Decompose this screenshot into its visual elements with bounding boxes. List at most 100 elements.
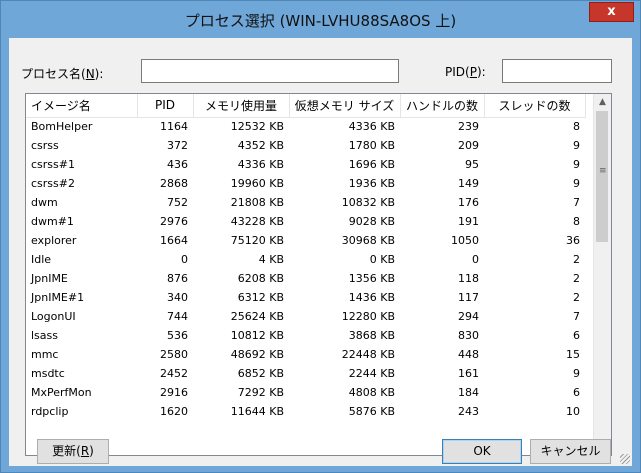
- cell-image-name: Idle: [31, 253, 52, 266]
- process-name-input[interactable]: [141, 59, 399, 83]
- cell-virtual-memory: 4336 KB: [348, 120, 395, 134]
- cell-image-name: JpnIME: [31, 272, 68, 285]
- cell-handles: 830: [458, 329, 479, 342]
- cell-threads: 9: [573, 158, 580, 171]
- ok-button[interactable]: OK: [442, 439, 522, 464]
- cell-memory: 19960 KB: [230, 177, 284, 190]
- cell-virtual-memory: 1936 KB: [348, 177, 395, 190]
- process-list[interactable]: イメージ名 PID メモリ使用量 仮想メモリ サイズ ハンドルの数 スレッドの数…: [25, 93, 612, 456]
- chevron-up-icon[interactable]: ▲: [594, 94, 611, 111]
- pid-access-key: P: [469, 65, 477, 79]
- close-button[interactable]: x: [589, 2, 634, 22]
- table-header-row: イメージ名 PID メモリ使用量 仮想メモリ サイズ ハンドルの数 スレッドの数: [26, 94, 586, 118]
- cell-image-name: lsass: [31, 329, 58, 342]
- column-header-threads[interactable]: スレッドの数: [484, 94, 586, 118]
- cell-virtual-memory: 1780 KB: [348, 139, 395, 152]
- cell-threads: 7: [573, 310, 580, 323]
- table-row[interactable]: dwm#1 2976 43228 KB 9028 KB 191 8: [26, 212, 585, 231]
- column-header-virtual-memory[interactable]: 仮想メモリ サイズ: [289, 94, 401, 118]
- cell-memory: 12532 KB: [230, 120, 284, 134]
- cell-image-name: dwm#1: [31, 215, 74, 228]
- cell-pid: 436: [167, 158, 188, 171]
- cell-threads: 9: [573, 139, 580, 152]
- cell-image-name: csrss#1: [31, 158, 75, 171]
- cell-image-name: explorer: [31, 234, 77, 247]
- table-row[interactable]: explorer 1664 75120 KB 30968 KB 1050 36: [26, 231, 585, 250]
- refresh-button-suffix: ): [89, 444, 94, 458]
- process-name-label: プロセス名(N):: [21, 65, 103, 82]
- cancel-button[interactable]: キャンセル: [530, 439, 611, 464]
- table-row[interactable]: lsass 536 10812 KB 3868 KB 830 6: [26, 326, 585, 345]
- cell-memory: 6312 KB: [237, 291, 284, 304]
- cell-image-name: JpnIME#1: [31, 291, 85, 304]
- table-row[interactable]: Idle 0 4 KB 0 KB 0 2: [26, 250, 585, 269]
- cell-memory: 4336 KB: [237, 158, 284, 171]
- cell-pid: 1664: [160, 234, 188, 247]
- cell-handles: 184: [458, 386, 479, 399]
- table-row[interactable]: csrss 372 4352 KB 1780 KB 209 9: [26, 136, 585, 155]
- cell-threads: 2: [573, 291, 580, 304]
- vertical-scrollbar[interactable]: ▲ ≡ ▼: [593, 94, 611, 455]
- table-row[interactable]: mmc 2580 48692 KB 22448 KB 448 15: [26, 345, 585, 364]
- cell-threads: 8: [573, 120, 580, 134]
- cell-pid: 536: [167, 329, 188, 342]
- cell-virtual-memory: 4808 KB: [348, 386, 395, 399]
- table-row[interactable]: JpnIME 876 6208 KB 1356 KB 118 2: [26, 269, 585, 288]
- cell-pid: 752: [167, 196, 188, 209]
- resize-grip-icon[interactable]: [620, 454, 630, 464]
- cell-virtual-memory: 12280 KB: [341, 310, 395, 323]
- cell-handles: 239: [458, 120, 479, 134]
- cell-threads: 7: [573, 196, 580, 209]
- table-row[interactable]: csrss#2 2868 19960 KB 1936 KB 149 9: [26, 174, 585, 193]
- cell-virtual-memory: 1436 KB: [348, 291, 395, 304]
- cell-image-name: csrss#2: [31, 177, 75, 190]
- cell-handles: 448: [458, 348, 479, 361]
- cell-pid: 2916: [160, 386, 188, 399]
- pid-input[interactable]: [502, 59, 612, 83]
- column-header-memory[interactable]: メモリ使用量: [193, 94, 290, 118]
- column-header-image-name[interactable]: イメージ名: [26, 94, 138, 118]
- cell-threads: 6: [573, 386, 580, 399]
- refresh-button-label: 更新(: [52, 444, 81, 458]
- table-row[interactable]: LogonUI 744 25624 KB 12280 KB 294 7: [26, 307, 585, 326]
- column-header-handles[interactable]: ハンドルの数: [400, 94, 485, 118]
- table-row[interactable]: BomHelper 1164 12532 KB 4336 KB 239 8: [26, 117, 585, 136]
- process-name-label-text: プロセス名(: [21, 67, 86, 81]
- scrollbar-thumb[interactable]: ≡: [596, 111, 608, 242]
- cell-memory: 4 KB: [258, 253, 284, 266]
- table-row[interactable]: dwm 752 21808 KB 10832 KB 176 7: [26, 193, 585, 212]
- table-row[interactable]: msdtc 2452 6852 KB 2244 KB 161 9: [26, 364, 585, 383]
- cell-pid: 744: [167, 310, 188, 323]
- cell-pid: 0: [181, 253, 188, 266]
- table-row[interactable]: MxPerfMon 2916 7292 KB 4808 KB 184 6: [26, 383, 585, 402]
- pid-label-text: PID(: [445, 65, 470, 79]
- cell-pid: 1164: [160, 120, 188, 134]
- table-row[interactable]: JpnIME#1 340 6312 KB 1436 KB 117 2: [26, 288, 585, 307]
- pid-label: PID(P):: [445, 65, 486, 79]
- cell-image-name: mmc: [31, 348, 59, 361]
- column-header-pid[interactable]: PID: [137, 94, 194, 118]
- cell-image-name: msdtc: [31, 367, 65, 380]
- cell-virtual-memory: 5876 KB: [348, 405, 395, 418]
- refresh-button[interactable]: 更新(R): [37, 439, 109, 464]
- cell-image-name: MxPerfMon: [31, 386, 92, 399]
- cell-threads: 9: [573, 367, 580, 380]
- cell-memory: 21808 KB: [230, 196, 284, 209]
- table-row[interactable]: csrss#1 436 4336 KB 1696 KB 95 9: [26, 155, 585, 174]
- dialog-body: プロセス名(N): PID(P): イメージ名 PID メモリ使用量 仮想メモリ…: [9, 38, 632, 466]
- table-row[interactable]: rdpclip 1620 11644 KB 5876 KB 243 10: [26, 402, 585, 421]
- cell-threads: 9: [573, 177, 580, 190]
- cell-pid: 1620: [160, 405, 188, 418]
- scrollbar-grip-icon: ≡: [599, 166, 607, 176]
- title-bar[interactable]: プロセス選択 (WIN-LVHU88SA8OS 上) x: [1, 1, 640, 37]
- cell-handles: 118: [458, 272, 479, 285]
- cell-handles: 0: [472, 253, 479, 266]
- cell-memory: 43228 KB: [230, 215, 284, 228]
- cell-image-name: csrss: [31, 139, 59, 152]
- cell-virtual-memory: 22448 KB: [341, 348, 395, 361]
- cell-handles: 1050: [451, 234, 479, 247]
- cell-memory: 25624 KB: [230, 310, 284, 323]
- cell-pid: 2580: [160, 348, 188, 361]
- cell-handles: 294: [458, 310, 479, 323]
- cell-pid: 876: [167, 272, 188, 285]
